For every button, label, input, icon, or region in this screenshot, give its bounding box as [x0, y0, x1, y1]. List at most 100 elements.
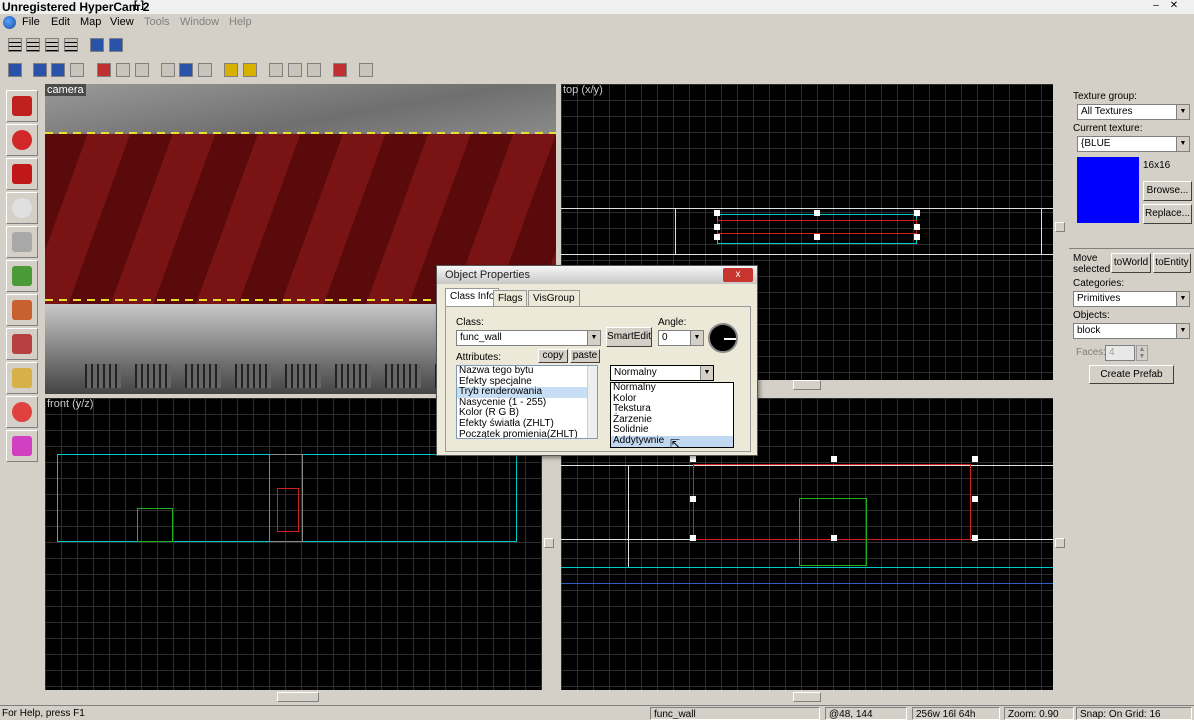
current-texture-combo[interactable]: {BLUE ▼ [1077, 136, 1190, 152]
list-item[interactable]: Nazwa tego bytu [457, 366, 597, 377]
texture-tool-button[interactable] [6, 260, 38, 292]
selection-box-icon[interactable] [269, 63, 283, 77]
resize-handle[interactable] [690, 456, 696, 462]
hide-selected-icon[interactable] [97, 63, 111, 77]
magnify-icon [12, 130, 32, 150]
hide-unselected-icon[interactable] [135, 63, 149, 77]
tab-visgroup[interactable]: VisGroup [528, 290, 580, 306]
dialog-close-button[interactable]: x [723, 268, 753, 282]
app-globe-icon[interactable] [3, 16, 16, 29]
resize-handle[interactable] [714, 210, 720, 216]
camera-tool-button[interactable] [6, 158, 38, 190]
create-prefab-button[interactable]: Create Prefab [1089, 365, 1174, 384]
resize-handle[interactable] [914, 224, 920, 230]
menu-help[interactable]: Help [229, 16, 252, 28]
copy-icon[interactable] [179, 63, 193, 77]
undo-icon[interactable] [8, 63, 22, 77]
flip-icon[interactable] [333, 63, 347, 77]
transform-icon[interactable] [359, 63, 373, 77]
top-viewport-vscroll[interactable] [1055, 84, 1065, 380]
tab-class-info[interactable]: Class Info [445, 288, 500, 307]
angle-combo[interactable]: 0 ▼ [658, 330, 704, 346]
paste-icon[interactable] [198, 63, 212, 77]
resize-handle[interactable] [714, 234, 720, 240]
path-tool-button[interactable] [6, 430, 38, 462]
tab-flags[interactable]: Flags [493, 290, 528, 306]
group-icon[interactable] [33, 63, 47, 77]
categories-combo[interactable]: Primitives ▼ [1073, 291, 1190, 307]
resize-handle[interactable] [914, 210, 920, 216]
copy-button[interactable]: copy [538, 349, 568, 363]
resize-handle[interactable] [831, 456, 837, 462]
attributes-scrollbar[interactable] [587, 366, 597, 438]
texture-group-label: Texture group: [1073, 91, 1137, 102]
texture-group-combo[interactable]: All Textures ▼ [1077, 104, 1190, 120]
menu-edit[interactable]: Edit [51, 16, 70, 28]
objects-combo[interactable]: block ▼ [1073, 323, 1190, 339]
browse-button[interactable]: Browse... [1143, 181, 1192, 201]
entity-tool-button[interactable] [6, 192, 38, 224]
hollow-icon[interactable] [243, 63, 257, 77]
block-icon [12, 232, 32, 252]
resize-handle[interactable] [814, 210, 820, 216]
resize-handle[interactable] [972, 496, 978, 502]
grid-3d-icon[interactable] [26, 38, 40, 52]
grid-toggle-icon[interactable] [8, 38, 22, 52]
tie-to-entity-icon[interactable] [307, 63, 321, 77]
selection-tool-button[interactable] [6, 90, 38, 122]
resize-handle[interactable] [914, 234, 920, 240]
chevron-down-icon: ▼ [1176, 292, 1189, 306]
resize-handle[interactable] [972, 535, 978, 541]
clip-tool-button[interactable] [6, 362, 38, 394]
grid-larger-icon[interactable] [64, 38, 78, 52]
menu-file[interactable]: File [22, 16, 40, 28]
clip-icon [12, 368, 32, 388]
side-viewport-vscroll[interactable] [1055, 398, 1065, 690]
menu-map[interactable]: Map [80, 16, 101, 28]
vertex-tool-button[interactable] [6, 396, 38, 428]
close-window-button[interactable]: ✕ [1166, 0, 1182, 13]
side-viewport-hscroll[interactable] [561, 692, 1053, 702]
paste-button[interactable]: paste [570, 349, 600, 363]
pointer-icon [12, 96, 32, 116]
show-all-icon[interactable] [116, 63, 130, 77]
entity-report-icon[interactable] [109, 38, 123, 52]
magnify-tool-button[interactable] [6, 124, 38, 156]
resize-handle[interactable] [972, 456, 978, 462]
resize-handle[interactable] [714, 224, 720, 230]
front-viewport-hscroll[interactable] [45, 692, 542, 702]
carve-icon[interactable] [224, 63, 238, 77]
menu-view[interactable]: View [110, 16, 134, 28]
class-combo[interactable]: func_wall ▼ [456, 330, 601, 346]
minimize-button[interactable]: – [1148, 0, 1164, 13]
faces-input[interactable]: 4 [1105, 345, 1135, 361]
list-item[interactable]: Początek promienia(ZHLT) [457, 429, 597, 438]
resize-handle[interactable] [831, 535, 837, 541]
selected-brush-top[interactable] [717, 220, 917, 234]
replace-button[interactable]: Replace... [1143, 204, 1192, 224]
resize-handle[interactable] [690, 496, 696, 502]
dropdown-option[interactable]: Normalny [611, 382, 733, 394]
grid-smaller-icon[interactable] [45, 38, 59, 52]
apply-texture-button[interactable] [6, 294, 38, 326]
ignore-groups-icon[interactable] [70, 63, 84, 77]
menu-tools[interactable]: Tools [144, 16, 170, 28]
block-tool-button[interactable] [6, 226, 38, 258]
to-entity-button[interactable]: toEntity [1153, 253, 1191, 273]
texture-lock-icon[interactable] [288, 63, 302, 77]
attributes-list[interactable]: Nazwa tego bytu Efekty specjalne Tryb re… [456, 365, 598, 439]
map-info-icon[interactable] [90, 38, 104, 52]
cut-icon[interactable] [161, 63, 175, 77]
angle-dial[interactable] [708, 323, 738, 353]
value-combo[interactable]: Normalny ▼ [610, 365, 714, 381]
mouse-cursor-icon: ⇱ [670, 437, 681, 451]
smartedit-button[interactable]: SmartEdit [606, 327, 652, 347]
resize-handle[interactable] [814, 234, 820, 240]
list-item[interactable]: Efekty światła (ZHLT) [457, 418, 597, 430]
faces-stepper[interactable]: ▲ ▼ [1136, 345, 1148, 361]
resize-handle[interactable] [690, 535, 696, 541]
ungroup-icon[interactable] [51, 63, 65, 77]
to-world-button[interactable]: toWorld [1111, 253, 1151, 273]
menu-window[interactable]: Window [180, 16, 219, 28]
decal-tool-button[interactable] [6, 328, 38, 360]
